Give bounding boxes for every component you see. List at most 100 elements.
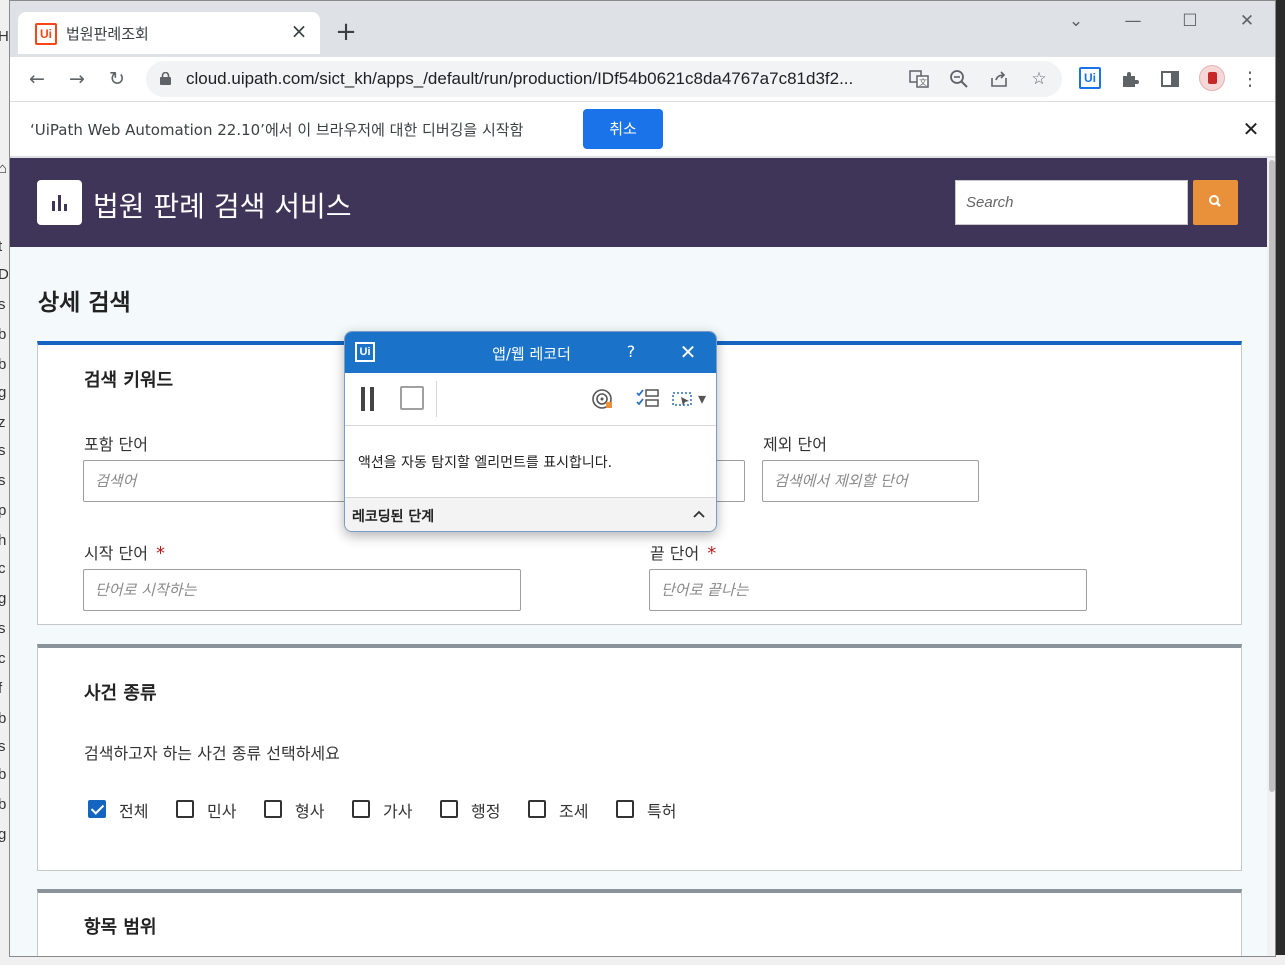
web-page: 법원 판례 검색 서비스 상세 검색 검색 키워드 포함 단어 제외 단어 시작… <box>10 158 1267 956</box>
element-selector-icon[interactable] <box>671 387 695 411</box>
background-text-fragment: g <box>0 590 6 607</box>
required-mark: * <box>155 543 165 564</box>
zoom-icon[interactable] <box>946 66 972 92</box>
checkbox[interactable] <box>176 800 194 818</box>
address-bar[interactable]: cloud.uipath.com/sict_kh/apps_/default/r… <box>146 61 1062 97</box>
end-word-input[interactable] <box>649 569 1087 611</box>
background-text-fragment: g <box>0 384 6 401</box>
lock-icon <box>160 72 171 85</box>
checkbox-label: 조세 <box>559 802 589 821</box>
translate-icon[interactable]: 文 <box>906 66 932 92</box>
app-title: 법원 판례 검색 서비스 <box>93 190 352 223</box>
tab-search-icon[interactable]: ⌄ <box>1061 9 1091 33</box>
recorder-message: 액션을 자동 탐지할 엘리먼트를 표시합니다. <box>358 455 613 471</box>
infobar-close-icon[interactable]: ✕ <box>1239 117 1263 141</box>
reload-button[interactable]: ↻ <box>102 64 132 94</box>
debugging-infobar: ‘UiPath Web Automation 22.10’에서 이 브라우저에 … <box>10 101 1275 157</box>
checkbox-label: 민사 <box>207 802 237 821</box>
checkbox[interactable] <box>352 800 370 818</box>
checkbox-label: 가사 <box>383 802 413 821</box>
header-search-button[interactable] <box>1193 180 1238 225</box>
case-type-instruction: 검색하고자 하는 사건 종류 선택하세요 <box>84 744 340 763</box>
recorder-titlebar[interactable]: Ui 앱/웹 레코더 ? ✕ <box>345 332 716 373</box>
start-word-input[interactable] <box>83 569 521 611</box>
recorder-close-button[interactable]: ✕ <box>677 341 699 363</box>
recorder-help-button[interactable]: ? <box>621 341 641 363</box>
tab-strip: Ui 법원판례조회 × + ⌄ — ☐ ✕ <box>10 1 1275 57</box>
checkbox[interactable] <box>264 800 282 818</box>
toolbar-divider <box>436 381 437 417</box>
checkbox-label: 전체 <box>119 802 149 821</box>
background-text-fragment: h <box>0 532 6 549</box>
tab-title: 법원판례조회 <box>66 25 149 43</box>
bookmark-star-icon[interactable]: ☆ <box>1026 66 1052 92</box>
exclude-label: 제외 단어 <box>763 435 827 454</box>
minimize-button[interactable]: — <box>1118 9 1148 33</box>
background-text-fragment: s <box>0 442 6 459</box>
scrollbar-thumb[interactable] <box>1269 160 1275 792</box>
checkbox-label: 행정 <box>471 802 501 821</box>
forward-button[interactable]: → <box>62 64 92 94</box>
infobar-message: ‘UiPath Web Automation 22.10’에서 이 브라우저에 … <box>30 121 524 139</box>
share-icon[interactable] <box>986 66 1012 92</box>
browser-menu-icon[interactable]: ⋮ <box>1235 64 1265 94</box>
checkbox[interactable] <box>440 800 458 818</box>
start-word-label-text: 시작 단어 <box>84 544 148 563</box>
background-text-fragment: p <box>0 502 6 519</box>
checkbox-label: 형사 <box>295 802 325 821</box>
target-element-icon[interactable] <box>591 387 615 411</box>
extensions-puzzle-icon[interactable] <box>1115 64 1145 94</box>
include-label: 포함 단어 <box>84 435 148 454</box>
background-text-fragment: s <box>0 296 6 313</box>
checklist-icon[interactable] <box>635 387 661 411</box>
background-text-fragment: c <box>0 650 6 667</box>
background-text-fragment: s <box>0 620 6 637</box>
background-text-fragment: s <box>0 472 6 489</box>
range-card: 항목 범위 <box>37 889 1242 956</box>
chevron-up-icon[interactable] <box>691 506 707 522</box>
recorded-steps-label: 레코딩된 단계 <box>352 509 435 525</box>
background-text-fragment: b <box>0 710 6 727</box>
new-tab-button[interactable]: + <box>332 19 360 47</box>
dropdown-arrow-icon[interactable]: ▾ <box>698 387 706 411</box>
recorded-steps-panel[interactable]: 레코딩된 단계 <box>345 497 716 531</box>
page-heading: 상세 검색 <box>38 290 131 316</box>
side-panel-icon[interactable] <box>1155 64 1185 94</box>
checkbox[interactable] <box>528 800 546 818</box>
pause-icon[interactable] <box>360 387 376 411</box>
background-text-fragment: t <box>0 238 2 255</box>
recorder-title: 앱/웹 레코더 <box>492 345 571 363</box>
recorder-body: 액션을 자동 탐지할 엘리먼트를 표시합니다. <box>345 426 716 497</box>
tab-close-icon[interactable]: × <box>288 21 310 43</box>
app-header: 법원 판례 검색 서비스 <box>10 158 1267 247</box>
browser-tab[interactable]: Ui 법원판례조회 × <box>18 12 320 54</box>
maximize-button[interactable]: ☐ <box>1175 9 1205 33</box>
keywords-title: 검색 키워드 <box>84 370 174 391</box>
checkbox[interactable] <box>616 800 634 818</box>
app-logo-chart-icon <box>37 180 82 225</box>
end-word-label-text: 끝 단어 <box>650 544 700 563</box>
background-text-fragment: s <box>0 738 6 755</box>
header-search-input[interactable] <box>955 180 1188 225</box>
search-icon <box>1209 195 1221 207</box>
exclude-words-input[interactable] <box>762 460 979 502</box>
infobar-cancel-button[interactable]: 취소 <box>583 109 663 149</box>
uipath-extension-icon[interactable]: Ui <box>1079 67 1101 89</box>
svg-text:文: 文 <box>919 77 927 87</box>
background-text-fragment: b <box>0 796 6 813</box>
end-word-label: 끝 단어 * <box>650 540 716 564</box>
save-icon[interactable] <box>400 386 424 410</box>
case-type-title: 사건 종류 <box>84 683 157 704</box>
background-text-fragment: b <box>0 356 6 373</box>
background-text-fragment: c <box>0 560 6 577</box>
required-mark: * <box>707 543 717 564</box>
url-text[interactable]: cloud.uipath.com/sict_kh/apps_/default/r… <box>186 69 898 89</box>
background-text-fragment: g <box>0 826 6 843</box>
window-close-button[interactable]: ✕ <box>1232 9 1262 33</box>
back-button[interactable]: ← <box>22 64 52 94</box>
profile-avatar[interactable] <box>1199 65 1225 91</box>
page-scrollbar[interactable] <box>1267 158 1275 956</box>
checkbox[interactable] <box>88 800 106 818</box>
case-type-card: 사건 종류 검색하고자 하는 사건 종류 선택하세요 전체 민사 형사 가사 행정 조세 특… <box>37 644 1242 871</box>
start-word-label: 시작 단어 * <box>84 540 165 564</box>
